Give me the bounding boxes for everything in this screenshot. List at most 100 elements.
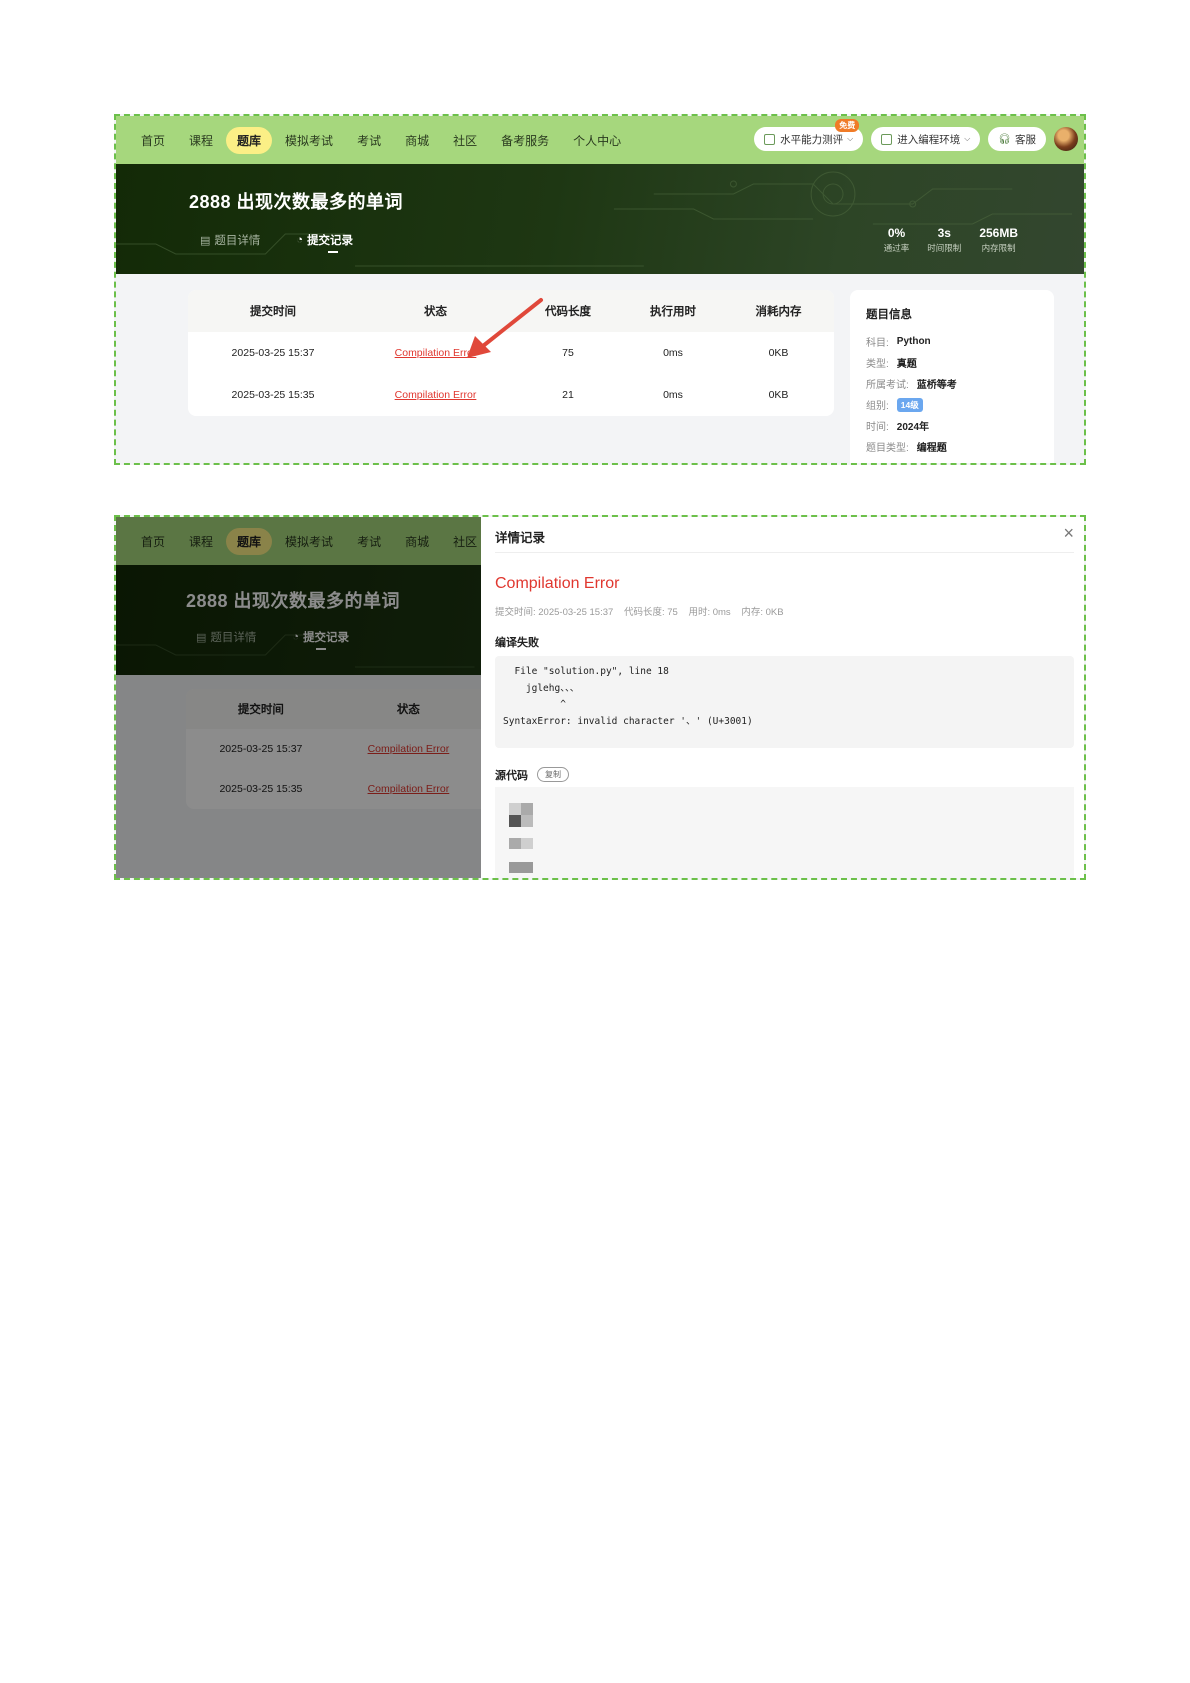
info-value: 真题 (896, 359, 917, 370)
info-key: 科目: (866, 338, 889, 349)
code-line: File "solution.py", line 18 (503, 666, 669, 677)
source-code-box (495, 787, 1074, 878)
annotation-arrow-icon (467, 298, 543, 358)
coding-env-label: 进入编程环境 (897, 133, 961, 146)
clock-icon: ◔ (296, 234, 304, 246)
compile-label: 编译失败 (495, 637, 539, 649)
drawer-title: 详情记录 (495, 531, 546, 545)
stat-memory-limit: 256MB 内存限制 (979, 226, 1018, 254)
stat-value: 256MB (979, 226, 1018, 240)
cell-runtime: 0ms (663, 347, 683, 359)
avatar[interactable] (1054, 127, 1078, 151)
info-value: 编程题 (916, 443, 947, 454)
info-value: 蓝桥等考 (916, 380, 957, 391)
result-status: Compilation Error (495, 575, 620, 592)
headset-icon: 🎧︎ (998, 133, 1011, 145)
info-key: 类型: (866, 359, 889, 370)
nav-profile[interactable]: 个人中心 (562, 127, 632, 154)
cell-length: 21 (562, 389, 574, 401)
tab-submissions[interactable]: ◔ 提交记录 (296, 232, 353, 248)
info-row-group: 组别: 14级 (866, 394, 1038, 415)
service-label: 客服 (1015, 133, 1036, 146)
circuit-background (116, 171, 1073, 267)
code-line: ^ (503, 699, 566, 710)
screenshot-detail-drawer: 首页 课程 题库 模拟考试 考试 商城 社区 2888 出现次数最多的单词 ▤ … (114, 515, 1086, 880)
terminal-icon (881, 133, 893, 145)
meta-submit-time: 提交时间: 2025-03-25 15:37 (495, 607, 614, 618)
cell-memory: 0KB (768, 347, 789, 359)
drawer-divider (495, 552, 1074, 553)
service-button[interactable]: 🎧︎ 客服 (988, 127, 1046, 151)
meta-runtime: 用时: 0ms (688, 607, 731, 618)
nav-mock-exam[interactable]: 模拟考试 (274, 127, 344, 154)
grade-badge: 14级 (896, 397, 923, 412)
chevron-down-icon: ⌵ (847, 134, 854, 143)
redacted-block (521, 803, 533, 815)
info-key: 所属考试: (866, 380, 909, 391)
redacted-block (521, 815, 533, 827)
info-key: 时间: (866, 422, 889, 433)
stat-label: 内存限制 (981, 243, 1016, 253)
cell-status: Compilation Error (358, 389, 513, 401)
test-doc-icon (764, 133, 776, 145)
tab-submissions-label: 提交记录 (307, 235, 354, 247)
top-nav: 首页 课程 题库 模拟考试 考试 商城 社区 备考服务 个人中心 水平能力测评 … (116, 116, 1084, 164)
info-row-question-type: 题目类型: 编程题 (866, 436, 1038, 457)
redacted-block (509, 803, 521, 815)
chevron-down-icon: ⌵ (964, 134, 971, 143)
stat-label: 时间限制 (927, 243, 962, 253)
col-memory: 消耗内存 (755, 306, 802, 318)
source-label: 源代码 (495, 770, 528, 782)
detail-drawer: 详情记录 × Compilation Error 提交时间: 2025-03-2… (481, 517, 1084, 878)
cell-memory: 0KB (768, 389, 789, 401)
screenshot-submissions: 首页 课程 题库 模拟考试 考试 商城 社区 备考服务 个人中心 水平能力测评 … (114, 114, 1086, 465)
col-submit-time: 提交时间 (250, 306, 296, 318)
result-meta: 提交时间: 2025-03-25 15:37 代码长度: 75 用时: 0ms … (495, 604, 792, 618)
modal-backdrop[interactable] (116, 517, 481, 878)
stat-value: 0% (887, 226, 906, 240)
nav-community[interactable]: 社区 (442, 127, 488, 154)
redacted-block (509, 815, 521, 827)
nav-right-actions: 水平能力测评 ⌵ 免费 进入编程环境 ⌵ 🎧︎ 客服 (754, 119, 1078, 151)
close-icon[interactable]: × (1063, 523, 1074, 544)
info-row-subject: 科目: Python (866, 331, 1038, 352)
coding-env-button[interactable]: 进入编程环境 ⌵ (871, 127, 981, 151)
clipboard-icon: ▤ (200, 234, 211, 247)
cell-time: 2025-03-25 15:35 (231, 389, 315, 401)
stat-label: 通过率 (883, 243, 910, 253)
tab-detail-label: 题目详情 (214, 235, 261, 247)
nav-exam-service[interactable]: 备考服务 (490, 127, 560, 154)
nav-courses[interactable]: 课程 (178, 127, 224, 154)
code-line: SyntaxError: invalid character '、' (U+30… (503, 715, 753, 727)
nav-home[interactable]: 首页 (130, 127, 176, 154)
copy-button[interactable]: 复制 (537, 767, 569, 782)
meta-code-length: 代码长度: 75 (623, 607, 678, 618)
nav-exam[interactable]: 考试 (346, 127, 392, 154)
info-key: 组别: (866, 401, 889, 412)
ability-test-label: 水平能力测评 (780, 133, 844, 146)
problem-stats: 0% 通过率 3s 时间限制 256MB 内存限制 (884, 226, 1018, 254)
info-row-year: 时间: 2024年 (866, 415, 1038, 436)
meta-memory: 内存: 0KB (741, 607, 784, 618)
cell-runtime: 0ms (663, 389, 683, 401)
nav-shop[interactable]: 商城 (394, 127, 440, 154)
compile-output: File "solution.py", line 18 jglehg、、、 ^ … (495, 656, 1074, 748)
status-link[interactable]: Compilation Error (395, 389, 477, 401)
tab-problem-detail[interactable]: ▤ 题目详情 (200, 232, 260, 248)
redacted-block (521, 838, 533, 849)
problem-tabs: ▤ 题目详情 ◔ 提交记录 (200, 232, 353, 248)
info-key: 题目类型: (866, 443, 909, 454)
stat-value: 3s (937, 226, 951, 240)
info-row-exam: 所属考试: 蓝桥等考 (866, 373, 1038, 394)
info-value: 2024年 (896, 422, 930, 433)
ability-test-button[interactable]: 水平能力测评 ⌵ 免费 (754, 119, 864, 151)
nav-problems[interactable]: 题库 (226, 126, 273, 154)
problem-header: 2888 出现次数最多的单词 ▤ 题目详情 ◔ 提交记录 0% 通过率 3s 时… (116, 164, 1084, 274)
active-tab-indicator (328, 251, 338, 253)
code-line: jglehg、、、 (503, 682, 580, 694)
redacted-block (509, 862, 533, 873)
table-row[interactable]: 2025-03-25 15:35 Compilation Error 21 0m… (188, 374, 834, 416)
problem-title: 2888 出现次数最多的单词 (189, 192, 404, 212)
redacted-block (509, 838, 521, 849)
free-badge: 免费 (835, 119, 860, 132)
